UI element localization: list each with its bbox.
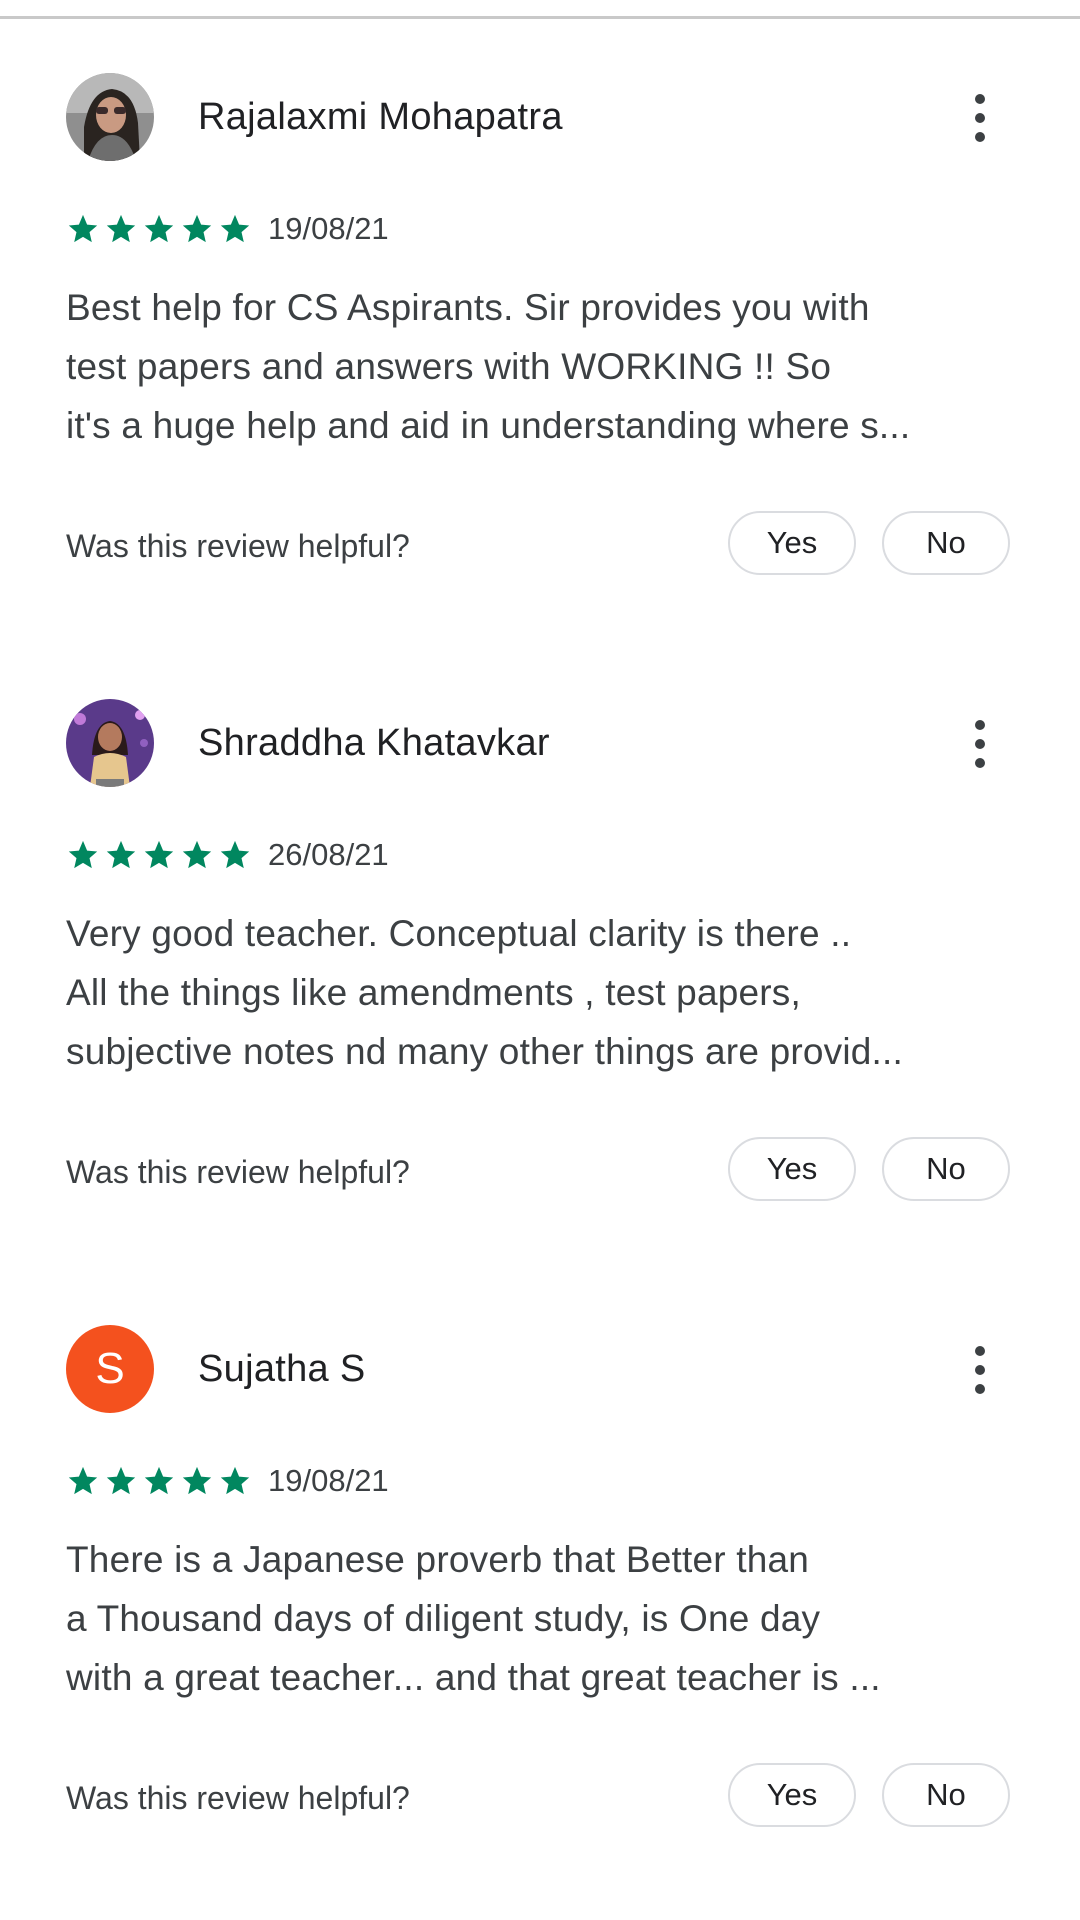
star-rating	[66, 838, 252, 872]
review-text-line: subjective notes nd many other things ar…	[66, 1031, 903, 1072]
star-icon	[218, 838, 252, 872]
reviewer-name: Shraddha Khatavkar	[198, 722, 550, 764]
avatar-letter: S	[95, 1344, 125, 1393]
helpful-no-button[interactable]: No	[882, 1763, 1010, 1827]
avatar[interactable]	[66, 73, 154, 161]
star-rating	[66, 1464, 252, 1498]
star-icon	[142, 1464, 176, 1498]
review-text-line: All the things like amendments , test pa…	[66, 972, 801, 1013]
helpful-yes-button[interactable]: Yes	[728, 1137, 856, 1201]
avatar-photo-icon	[66, 699, 154, 787]
helpful-prompt: Was this review helpful?	[66, 528, 410, 564]
review-text-line: Very good teacher. Conceptual clarity is…	[66, 913, 852, 954]
review-text-line: a Thousand days of diligent study, is On…	[66, 1598, 821, 1639]
star-rating	[66, 212, 252, 246]
star-icon	[66, 1464, 100, 1498]
star-icon	[66, 838, 100, 872]
more-options-icon[interactable]	[960, 1342, 1000, 1398]
review-date: 19/08/21	[268, 1463, 389, 1498]
star-icon	[218, 1464, 252, 1498]
review-text[interactable]: Best help for CS Aspirants. Sir provides…	[66, 278, 1026, 455]
helpful-yes-button[interactable]: Yes	[728, 1763, 856, 1827]
more-options-icon[interactable]	[960, 716, 1000, 772]
review-text[interactable]: Very good teacher. Conceptual clarity is…	[66, 904, 1026, 1081]
review-card: Shraddha Khatavkar 26/08/21 Very good te…	[0, 626, 1080, 1201]
more-options-icon[interactable]	[960, 90, 1000, 146]
avatar-photo-icon	[66, 73, 154, 161]
star-icon	[66, 212, 100, 246]
review-text-line: it's a huge help and aid in understandin…	[66, 405, 911, 446]
star-icon	[104, 838, 138, 872]
reviewer-name: Sujatha S	[198, 1348, 366, 1390]
avatar[interactable]: S	[66, 1325, 154, 1413]
star-icon	[104, 212, 138, 246]
star-icon	[142, 212, 176, 246]
helpful-prompt: Was this review helpful?	[66, 1154, 410, 1190]
star-icon	[180, 1464, 214, 1498]
review-text-line: There is a Japanese proverb that Better …	[66, 1539, 810, 1580]
reviewer-name: Rajalaxmi Mohapatra	[198, 96, 563, 138]
review-card: S Sujatha S 19/08/21 There is a Japanese…	[0, 1252, 1080, 1827]
star-icon	[218, 212, 252, 246]
star-icon	[180, 212, 214, 246]
star-icon	[180, 838, 214, 872]
helpful-prompt: Was this review helpful?	[66, 1780, 410, 1816]
helpful-no-button[interactable]: No	[882, 1137, 1010, 1201]
review-text-line: with a great teacher... and that great t…	[66, 1657, 881, 1698]
review-date: 26/08/21	[268, 837, 389, 872]
helpful-yes-button[interactable]: Yes	[728, 511, 856, 575]
review-date: 19/08/21	[268, 211, 389, 246]
review-text-line: Best help for CS Aspirants. Sir provides…	[66, 287, 870, 328]
review-text-line: test papers and answers with WORKING !! …	[66, 346, 832, 387]
star-icon	[142, 838, 176, 872]
star-icon	[104, 1464, 138, 1498]
helpful-no-button[interactable]: No	[882, 511, 1010, 575]
review-card: Rajalaxmi Mohapatra 19/08/21 Best help f…	[0, 0, 1080, 575]
review-text[interactable]: There is a Japanese proverb that Better …	[66, 1530, 1026, 1707]
avatar[interactable]	[66, 699, 154, 787]
